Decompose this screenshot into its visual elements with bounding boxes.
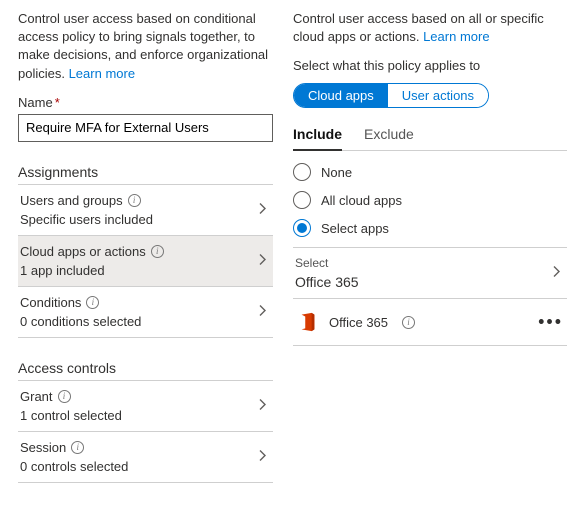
row-session-title: Session [20,440,66,455]
row-session-sub: 0 controls selected [20,459,271,474]
policy-name-input[interactable] [18,114,273,142]
app-item-label: Office 365 [329,315,388,330]
radio-icon [293,219,311,237]
tab-exclude[interactable]: Exclude [364,120,414,150]
chevron-right-icon [257,304,269,319]
assignments-heading: Assignments [18,164,273,185]
select-value: Office 365 [295,274,565,290]
info-icon[interactable]: i [71,441,84,454]
pill-cloud-apps[interactable]: Cloud apps [294,84,388,107]
select-apps-picker[interactable]: Select Office 365 [293,247,567,299]
tab-include[interactable]: Include [293,120,342,150]
row-conditions[interactable]: Conditions i 0 conditions selected [18,287,273,338]
chevron-right-icon [257,449,269,464]
access-controls-heading: Access controls [18,360,273,381]
applies-to-label: Select what this policy applies to [293,58,567,73]
chevron-right-icon [257,398,269,413]
pill-user-actions[interactable]: User actions [388,84,488,107]
policy-left-column: Control user access based on conditional… [18,10,273,483]
radio-all-label: All cloud apps [321,193,402,208]
policy-right-column: Control user access based on all or spec… [293,10,567,483]
row-grant-sub: 1 control selected [20,408,271,423]
include-exclude-tabs: Include Exclude [293,120,567,151]
row-cloud-apps[interactable]: Cloud apps or actions i 1 app included [18,236,273,287]
radio-icon [293,191,311,209]
office-365-icon [297,311,319,333]
row-users-and-groups[interactable]: Users and groups i Specific users includ… [18,185,273,236]
required-asterisk: * [55,95,60,110]
select-label: Select [295,256,565,270]
learn-more-link-right[interactable]: Learn more [423,29,489,44]
radio-all-cloud-apps[interactable]: All cloud apps [293,191,567,209]
intro-text-left: Control user access based on conditional… [18,10,273,83]
row-cond-title: Conditions [20,295,81,310]
radio-select-label: Select apps [321,221,389,236]
radio-select-apps[interactable]: Select apps [293,219,567,237]
row-users-sub: Specific users included [20,212,271,227]
row-cond-sub: 0 conditions selected [20,314,271,329]
chevron-right-icon [257,253,269,268]
row-grant-title: Grant [20,389,53,404]
intro-pre-left: Control user access based on conditional… [18,11,268,81]
selected-app-item: Office 365 i ••• [293,299,567,346]
intro-text-right: Control user access based on all or spec… [293,10,567,46]
info-icon[interactable]: i [86,296,99,309]
intro-pre-right: Control user access based on all or spec… [293,11,544,44]
chevron-right-icon [257,202,269,217]
more-options-button[interactable]: ••• [538,312,563,333]
row-users-title: Users and groups [20,193,123,208]
row-apps-sub: 1 app included [20,263,271,278]
row-grant[interactable]: Grant i 1 control selected [18,381,273,432]
name-field-label: Name* [18,95,273,110]
info-icon[interactable]: i [151,245,164,258]
info-icon[interactable]: i [58,390,71,403]
radio-none-label: None [321,165,352,180]
row-apps-title: Cloud apps or actions [20,244,146,259]
info-icon[interactable]: i [128,194,141,207]
radio-none[interactable]: None [293,163,567,181]
info-icon[interactable]: i [402,316,415,329]
applies-to-toggle: Cloud apps User actions [293,83,489,108]
row-session[interactable]: Session i 0 controls selected [18,432,273,483]
learn-more-link-left[interactable]: Learn more [69,66,135,81]
radio-icon [293,163,311,181]
chevron-right-icon [551,266,563,281]
